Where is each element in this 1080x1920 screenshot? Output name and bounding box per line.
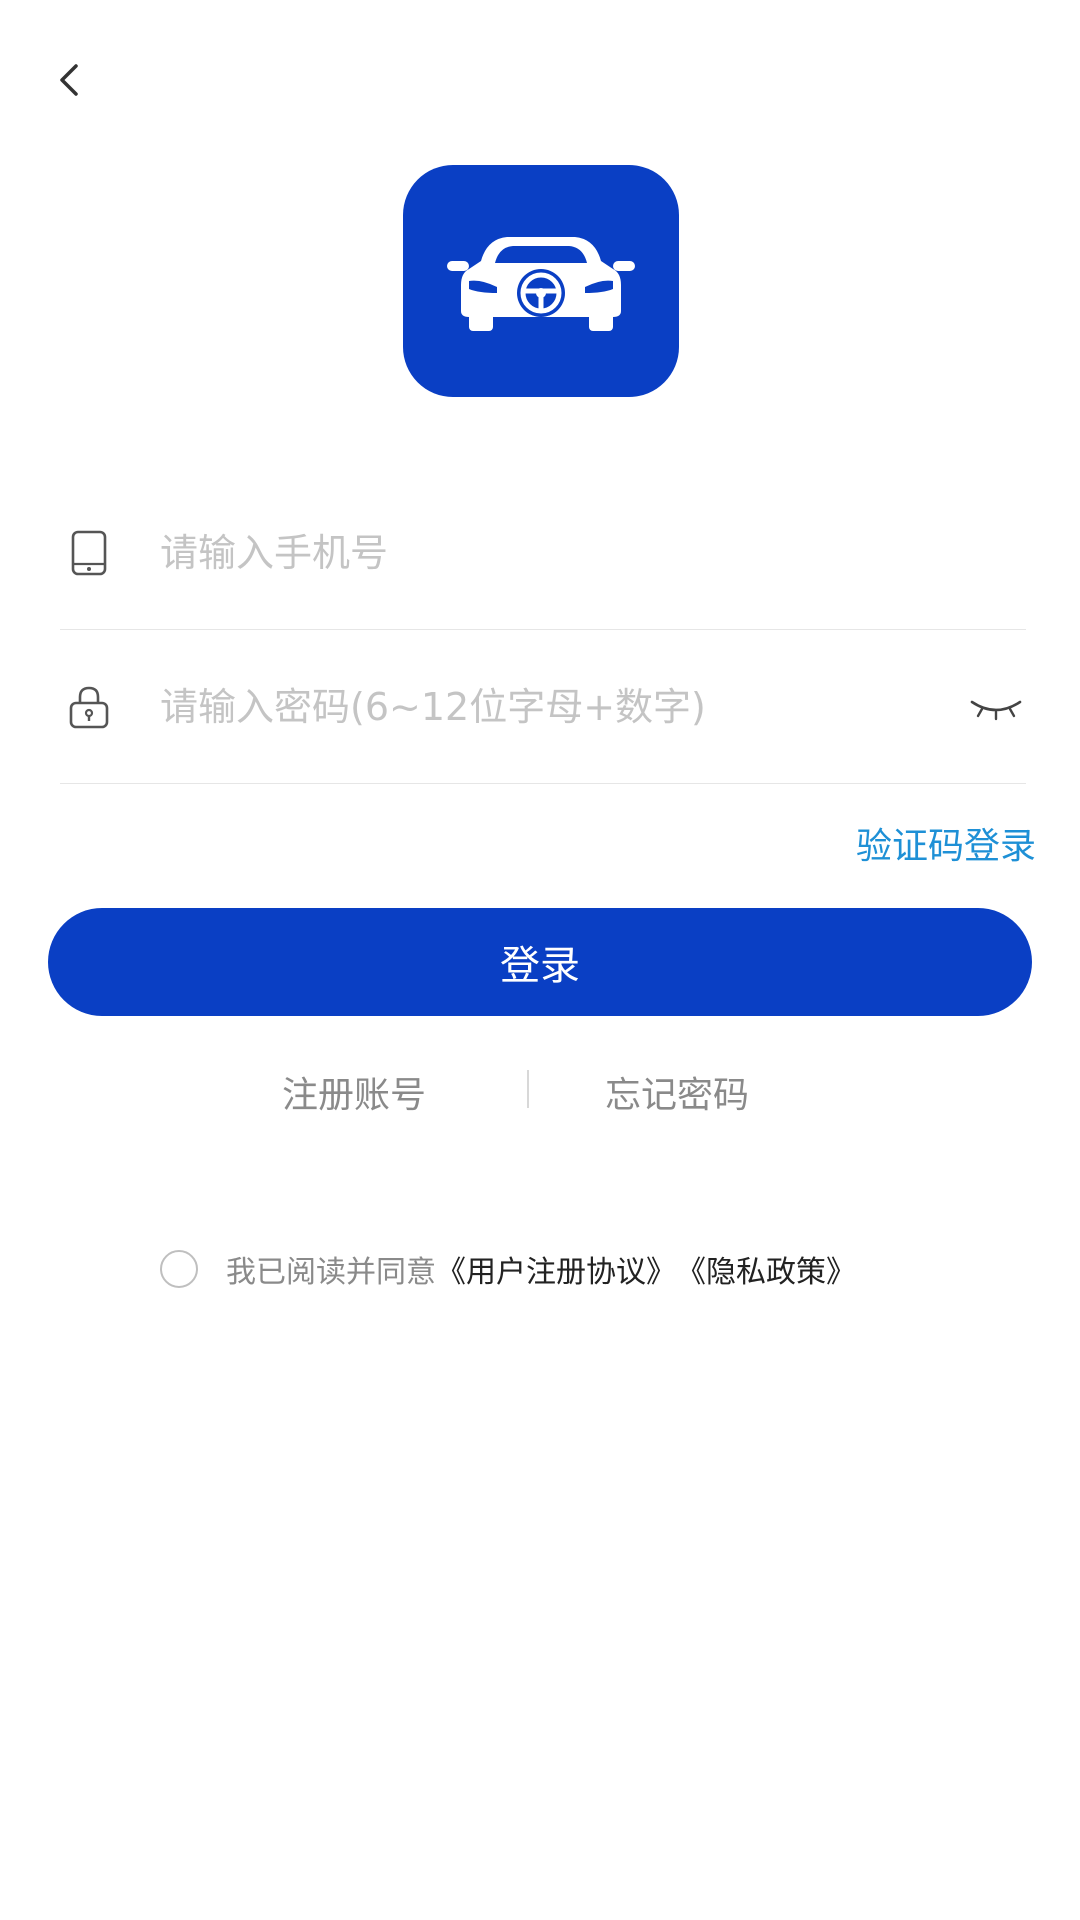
privacy-policy-link[interactable]: 《隐私政策》 (676, 1247, 856, 1291)
phone-icon (64, 528, 114, 578)
account-links: 注册账号 忘记密码 (0, 1066, 1080, 1116)
password-input[interactable] (160, 666, 966, 747)
car-steering-wheel-icon (447, 237, 635, 331)
agreement-prefix: 我已阅读并同意 (226, 1255, 436, 1290)
links-divider (527, 1070, 529, 1108)
eye-closed-icon (970, 700, 1022, 720)
chevron-left-icon (60, 64, 78, 96)
back-button[interactable] (42, 52, 98, 108)
login-button[interactable]: 登录 (48, 908, 1032, 1016)
lock-icon (64, 682, 114, 732)
password-field-row (60, 630, 1026, 784)
phone-field-row (60, 476, 1026, 630)
password-visibility-toggle[interactable] (966, 687, 1026, 727)
sms-login-link[interactable]: 验证码登录 (856, 817, 1036, 869)
app-logo (403, 165, 679, 397)
phone-input[interactable] (160, 512, 1026, 593)
user-agreement-link[interactable]: 《用户注册协议》 (436, 1247, 676, 1291)
forgot-password-link[interactable]: 忘记密码 (605, 1066, 749, 1118)
register-link[interactable]: 注册账号 (282, 1066, 426, 1118)
agreement-checkbox[interactable] (160, 1250, 198, 1288)
agreement-row: 我已阅读并同意 《用户注册协议》 《隐私政策》 (160, 1247, 856, 1291)
